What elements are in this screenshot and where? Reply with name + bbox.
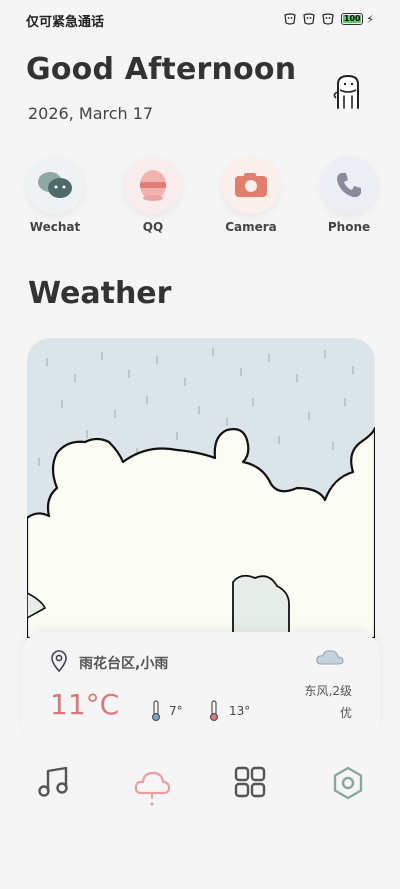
carrier-status: 仅可紧急通话 [26,15,105,30]
mascot-icon[interactable] [330,72,374,112]
high-temperature: 13° [229,704,251,718]
nav-settings[interactable] [326,765,370,815]
weather-illustration [27,338,375,638]
music-icon [38,766,68,797]
air-quality-label: 优 [339,706,352,720]
thermometer-high-icon [209,700,219,722]
nav-apps[interactable] [228,765,272,815]
weather-info-panel[interactable]: 雨花台区,小雨 11°C 7° 13° 东风,2级 优 [22,632,380,742]
battery-icon: 100 [341,13,364,25]
thermometer-low-icon [151,700,161,722]
weather-section-title: Weather [28,276,172,311]
status-bar: 仅可紧急通话 100 ⚡ [0,0,400,40]
wifi-icon [322,13,334,25]
signal-icon [284,13,296,25]
temperature-value: 11°C [50,688,120,721]
low-temperature: 7° [169,704,183,718]
location-label: 雨花台区,小雨 [79,656,169,672]
app-shortcuts: Wechat QQ Camera Phone [20,156,380,240]
qq-icon[interactable] [124,156,182,214]
app-label: Camera [225,220,277,234]
status-icons: 100 ⚡ [282,11,374,27]
app-label: Wechat [29,220,81,234]
app-qq[interactable]: QQ [121,156,185,234]
app-label: Phone [327,220,371,234]
apps-grid-icon [234,766,266,798]
nav-weather[interactable] [130,765,174,815]
cloud-icon [316,650,344,665]
date-label: 2026, March 17 [28,104,154,123]
wechat-icon[interactable] [26,156,84,214]
location-pin-icon [51,650,67,672]
settings-icon [333,766,363,800]
bolt-icon: ⚡ [366,12,374,26]
app-label: QQ [142,220,164,234]
app-phone[interactable]: Phone [317,156,381,234]
greeting-title: Good Afternoon [26,52,297,87]
phone-icon[interactable] [320,156,378,214]
wind-label: 东风,2级 [304,684,352,698]
app-camera[interactable]: Camera [219,156,283,234]
camera-icon[interactable] [222,156,280,214]
signal-icon [303,13,315,25]
weather-cloud-icon [134,771,171,806]
bottom-nav [0,745,400,835]
app-wechat[interactable]: Wechat [23,156,87,234]
nav-music[interactable] [32,765,76,815]
battery-level: 100 [343,14,361,23]
